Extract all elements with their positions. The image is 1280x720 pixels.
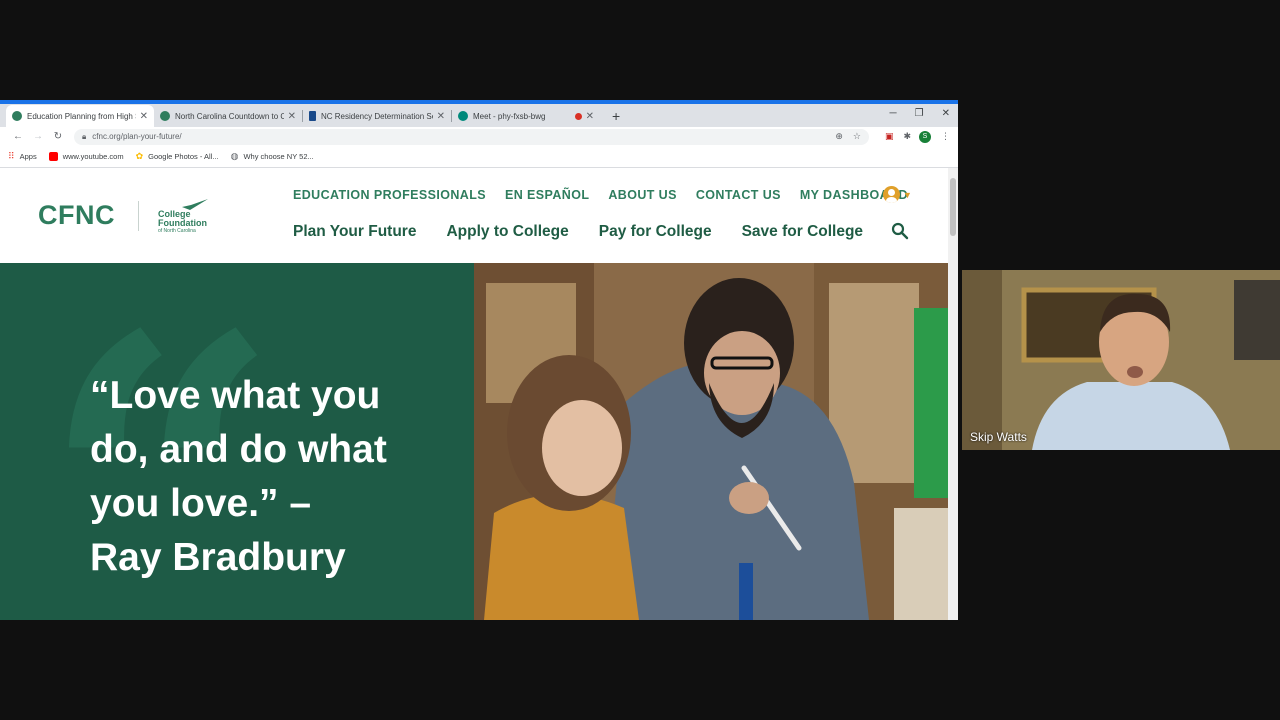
tab-title: North Carolina Countdown to Co bbox=[175, 111, 284, 121]
url-text: cfnc.org/plan-your-future/ bbox=[92, 132, 182, 141]
search-icon[interactable] bbox=[891, 222, 909, 245]
nav-plan-your-future[interactable]: Plan Your Future bbox=[293, 223, 416, 241]
profile-avatar[interactable]: S bbox=[919, 130, 931, 143]
tab-title: Meet - phy-fxsb-bwg bbox=[473, 111, 546, 121]
bookmark-label: Google Photos - All... bbox=[148, 152, 219, 161]
site-header: CFNC College Foundation of North Carolin… bbox=[0, 168, 948, 263]
close-tab-icon[interactable]: ✕ bbox=[140, 111, 148, 122]
scrollbar-thumb[interactable] bbox=[950, 178, 956, 236]
extensions-puzzle-icon[interactable]: ✱ bbox=[903, 131, 911, 142]
forward-icon[interactable]: → bbox=[28, 131, 48, 142]
close-window-icon[interactable]: ✕ bbox=[942, 108, 950, 119]
cfnc-favicon-icon bbox=[160, 111, 170, 121]
tab-strip: Education Planning from High Sc ✕ North … bbox=[0, 100, 958, 127]
close-tab-icon[interactable]: ✕ bbox=[288, 111, 296, 122]
college-foundation-logo[interactable]: College Foundation of North Carolina bbox=[158, 199, 228, 234]
tab-nc-residency[interactable]: NC Residency Determination Ser ✕ bbox=[303, 105, 451, 127]
close-tab-icon[interactable]: ✕ bbox=[586, 111, 594, 122]
page-scrollbar[interactable] bbox=[948, 168, 958, 620]
logo-divider bbox=[138, 201, 139, 231]
shared-browser-window: Education Planning from High Sc ✕ North … bbox=[0, 100, 958, 620]
main-nav: Plan Your Future Apply to College Pay fo… bbox=[293, 223, 863, 241]
cfnc-website: CFNC College Foundation of North Carolin… bbox=[0, 168, 948, 620]
bookmark-favicon-icon bbox=[309, 111, 316, 121]
hero-photo-teacher-student bbox=[474, 263, 948, 620]
lock-icon: 🔒︎ bbox=[82, 131, 87, 141]
cfnc-logo[interactable]: CFNC bbox=[38, 200, 115, 231]
meet-stage: Education Planning from High Sc ✕ North … bbox=[0, 0, 1280, 720]
nav-apply-to-college[interactable]: Apply to College bbox=[446, 223, 568, 241]
participant-video-feed bbox=[962, 270, 1280, 450]
hero-banner: “ “Love what you do, and do what you lov… bbox=[0, 263, 948, 620]
bookmark-why-choose[interactable]: ◍ Why choose NY 52... bbox=[231, 151, 314, 162]
participant-video-tile[interactable]: Skip Watts bbox=[962, 270, 1280, 450]
star-icon[interactable]: ☆ bbox=[853, 131, 861, 142]
bookmark-label: Apps bbox=[19, 152, 37, 161]
logo-line: of North Carolina bbox=[158, 228, 196, 234]
bookmark-label: Why choose NY 52... bbox=[243, 152, 314, 161]
google-photos-icon: ✿ bbox=[135, 151, 144, 161]
bookmark-google-photos[interactable]: ✿ Google Photos - All... bbox=[136, 151, 219, 162]
minimize-icon[interactable]: ─ bbox=[890, 108, 897, 119]
hero-quote: “Love what you do, and do what you love.… bbox=[90, 374, 387, 579]
apps-grid-icon: ⠿ bbox=[8, 151, 15, 161]
back-icon[interactable]: ← bbox=[8, 131, 28, 142]
nav-en-espanol[interactable]: EN ESPAÑOL bbox=[505, 188, 589, 202]
nav-pay-for-college[interactable]: Pay for College bbox=[599, 223, 712, 241]
bookmark-apps[interactable]: ⠿ Apps bbox=[8, 151, 37, 162]
bookmark-youtube[interactable]: www.youtube.com bbox=[48, 152, 124, 161]
nav-save-for-college[interactable]: Save for College bbox=[742, 223, 863, 241]
browser-toolbar: ← → ↻ 🔒︎ cfnc.org/plan-your-future/ ⊕ ☆ … bbox=[0, 127, 958, 146]
tab-title: NC Residency Determination Ser bbox=[321, 111, 433, 121]
cfnc-favicon-icon bbox=[12, 111, 22, 121]
chevron-down-icon: ▼ bbox=[903, 189, 912, 200]
checkmark-swoosh-icon bbox=[182, 199, 208, 210]
extension-gift-icon[interactable]: ▣ bbox=[885, 131, 894, 142]
nav-contact-us[interactable]: CONTACT US bbox=[696, 188, 781, 202]
nav-about-us[interactable]: ABOUT US bbox=[608, 188, 676, 202]
tab-education-planning[interactable]: Education Planning from High Sc ✕ bbox=[6, 105, 154, 127]
youtube-icon bbox=[48, 152, 58, 161]
recording-indicator-icon bbox=[574, 112, 582, 120]
utility-nav: EDUCATION PROFESSIONALS EN ESPAÑOL ABOUT… bbox=[293, 188, 908, 202]
user-icon bbox=[883, 186, 900, 203]
close-tab-icon[interactable]: ✕ bbox=[437, 111, 445, 122]
zoom-icon[interactable]: ⊕ bbox=[835, 131, 843, 142]
reload-icon[interactable]: ↻ bbox=[48, 131, 68, 142]
participant-name-label: Skip Watts bbox=[970, 430, 1027, 444]
meet-favicon-icon bbox=[458, 111, 468, 121]
bookmarks-bar: ⠿ Apps www.youtube.com ✿ Google Photos -… bbox=[0, 146, 958, 168]
menu-icon[interactable]: ⋮ bbox=[941, 131, 950, 142]
account-menu[interactable]: ▼ bbox=[883, 186, 912, 203]
window-controls: ─ ❐ ✕ bbox=[890, 108, 950, 119]
logo-line: Foundation bbox=[158, 218, 207, 228]
globe-icon: ◍ bbox=[230, 151, 239, 161]
tab-meet[interactable]: Meet - phy-fxsb-bwg ✕ bbox=[452, 105, 600, 127]
maximize-icon[interactable]: ❐ bbox=[915, 108, 924, 119]
tab-title: Education Planning from High Sc bbox=[27, 111, 136, 121]
tab-nc-countdown[interactable]: North Carolina Countdown to Co ✕ bbox=[154, 105, 302, 127]
address-bar[interactable]: 🔒︎ cfnc.org/plan-your-future/ ⊕ ☆ bbox=[74, 128, 869, 145]
new-tab-button[interactable]: + bbox=[612, 108, 620, 124]
bookmark-label: www.youtube.com bbox=[62, 152, 124, 161]
hero-quote-panel: “ “Love what you do, and do what you lov… bbox=[0, 263, 474, 620]
nav-education-professionals[interactable]: EDUCATION PROFESSIONALS bbox=[293, 188, 486, 202]
